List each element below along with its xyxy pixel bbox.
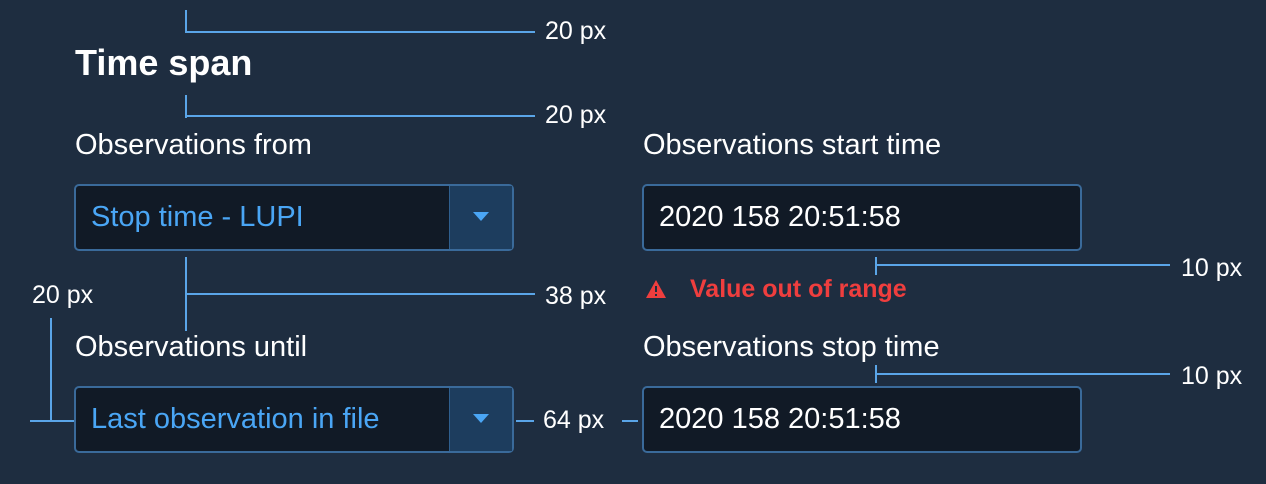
- annotation-line: [622, 420, 638, 422]
- warning-icon: [646, 280, 666, 298]
- observations-until-select[interactable]: Last observation in file: [74, 386, 514, 453]
- observations-until-value: Last observation in file: [91, 403, 380, 435]
- annotation-error-gap: 10 px: [1181, 254, 1243, 282]
- observations-from-dropdown-button[interactable]: [449, 186, 512, 249]
- observations-until-dropdown-button[interactable]: [449, 388, 512, 451]
- annotation-line: [875, 373, 1170, 375]
- stop-time-label: Observations stop time: [643, 331, 940, 363]
- annotation-row-gap: 38 px: [545, 282, 607, 310]
- stop-time-input[interactable]: [644, 388, 1080, 451]
- annotation-label-gap: 10 px: [1181, 362, 1243, 390]
- annotation-line: [516, 420, 534, 422]
- stop-time-field[interactable]: [642, 386, 1082, 453]
- observations-from-select[interactable]: Stop time - LUPI: [74, 184, 514, 251]
- annotation-title-gap: 20 px: [545, 101, 607, 129]
- chevron-down-icon: [473, 414, 489, 423]
- annotation-line: [185, 10, 187, 33]
- observations-from-label: Observations from: [75, 129, 312, 161]
- annotation-line: [50, 318, 52, 422]
- start-time-label: Observations start time: [643, 129, 942, 161]
- start-time-error: Value out of range: [690, 275, 907, 303]
- start-time-field[interactable]: [642, 184, 1082, 251]
- annotation-line: [185, 115, 535, 117]
- annotation-line: [875, 257, 877, 275]
- annotation-top-gap: 20 px: [545, 17, 607, 45]
- chevron-down-icon: [473, 212, 489, 221]
- annotation-line: [875, 264, 1170, 266]
- annotation-line: [185, 31, 535, 33]
- annotation-column-gap: 64 px: [543, 406, 605, 434]
- observations-from-value: Stop time - LUPI: [91, 201, 304, 233]
- start-time-input[interactable]: [644, 186, 1080, 249]
- annotation-line: [30, 420, 74, 422]
- observations-until-label: Observations until: [75, 331, 308, 363]
- section-title: Time span: [75, 42, 253, 83]
- annotation-line: [185, 293, 535, 295]
- annotation-left-pad: 20 px: [32, 281, 94, 309]
